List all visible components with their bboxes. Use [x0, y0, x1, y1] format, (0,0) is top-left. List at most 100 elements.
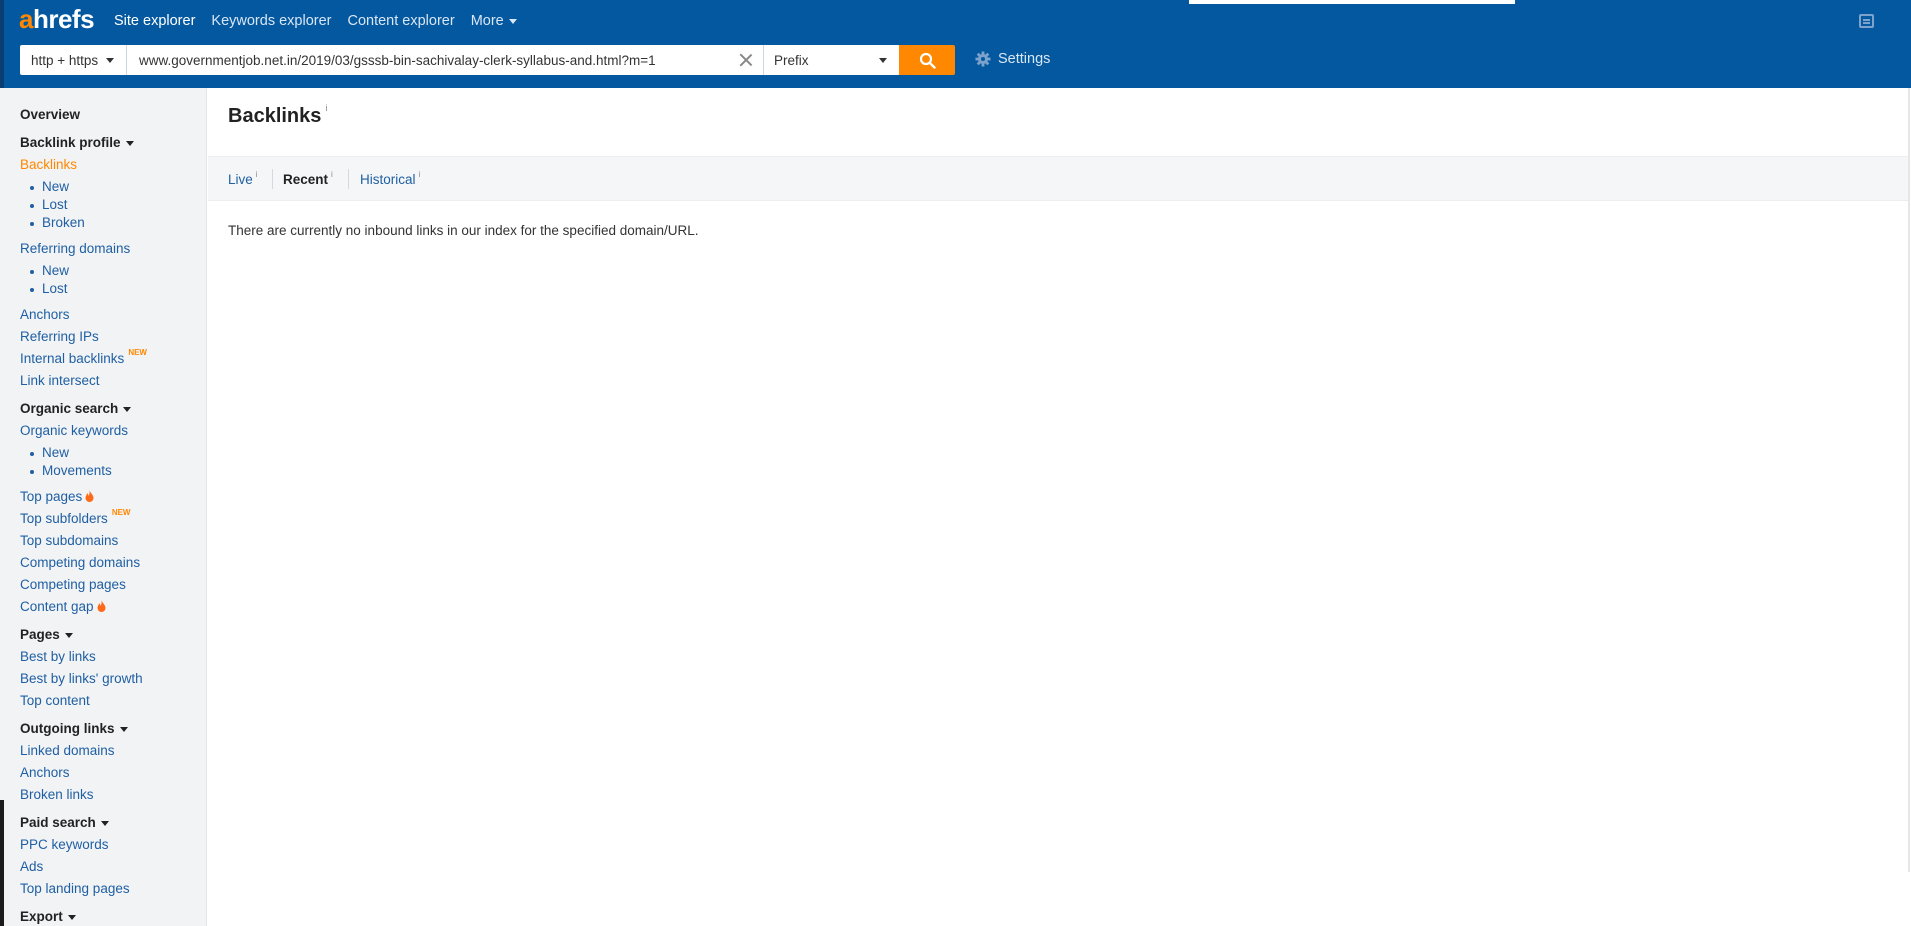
- sidebar-edge: [0, 800, 4, 926]
- section-label: Export: [20, 909, 63, 924]
- fire-icon: [85, 490, 94, 503]
- url-input[interactable]: [139, 52, 729, 68]
- sidebar-item-top-pages[interactable]: Top pages: [20, 489, 94, 504]
- nav-site-explorer[interactable]: Site explorer: [114, 13, 195, 29]
- tab-label: Historical: [360, 172, 416, 187]
- chevron-down-icon: [119, 726, 128, 732]
- sidebar-item-linked-domains[interactable]: Linked domains: [20, 743, 115, 758]
- sidebar-section-paid-search[interactable]: Paid search: [20, 815, 109, 830]
- sidebar-section-outgoing-links[interactable]: Outgoing links: [20, 721, 128, 736]
- chevron-down-icon: [508, 18, 517, 24]
- chevron-down-icon: [123, 406, 132, 412]
- page-title: Backlinks i: [228, 103, 327, 128]
- sidebar-item-organic-new[interactable]: New: [29, 445, 69, 460]
- sidebar-section-export[interactable]: Export: [20, 909, 76, 924]
- sidebar-item-backlinks-new[interactable]: New: [29, 179, 69, 194]
- message-icon[interactable]: [1859, 14, 1874, 28]
- clear-icon[interactable]: [739, 53, 753, 67]
- tab-label: Live: [228, 172, 253, 187]
- gear-icon: [975, 51, 991, 67]
- sidebar-item-anchors[interactable]: Anchors: [20, 307, 70, 322]
- settings-label: Settings: [998, 51, 1051, 67]
- mode-value: Prefix: [774, 52, 809, 68]
- sidebar-item-top-content[interactable]: Top content: [20, 693, 90, 708]
- tab-bar: Live i Recent i Historical i: [208, 156, 1908, 201]
- sidebar-overview[interactable]: Overview: [20, 107, 80, 122]
- sidebar-item-refdomains-new[interactable]: New: [29, 263, 69, 278]
- protocol-value: http + https: [31, 52, 99, 68]
- tab-label: Recent: [283, 172, 329, 187]
- chevron-down-icon: [100, 820, 109, 826]
- nav-more[interactable]: More: [471, 13, 517, 29]
- protocol-select[interactable]: http + https: [20, 45, 127, 75]
- sidebar-item-organic-movements[interactable]: Movements: [30, 463, 112, 478]
- sidebar: Overview Backlink profile Backlinks New …: [0, 88, 207, 926]
- sidebar-item-ads[interactable]: Ads: [20, 859, 43, 874]
- url-field-wrap: [127, 45, 764, 75]
- ahrefs-logo[interactable]: ahrefs: [19, 4, 95, 35]
- new-badge: NEW: [128, 348, 147, 357]
- nav-keywords-explorer[interactable]: Keywords explorer: [211, 13, 331, 29]
- sidebar-item-broken-links[interactable]: Broken links: [20, 787, 94, 802]
- chevron-down-icon: [125, 140, 134, 146]
- item-label: Top subfolders: [20, 511, 108, 526]
- info-icon: i: [331, 170, 333, 179]
- sidebar-item-referring-domains[interactable]: Referring domains: [20, 241, 130, 256]
- page-title-text: Backlinks: [228, 105, 322, 127]
- tab-live[interactable]: Live i: [228, 170, 258, 187]
- tab-divider: [272, 169, 273, 189]
- settings-button[interactable]: Settings: [975, 51, 1050, 67]
- section-label: Backlink profile: [20, 135, 121, 150]
- sidebar-item-competing-pages[interactable]: Competing pages: [20, 577, 126, 592]
- sidebar-item-internal-backlinks[interactable]: Internal backlinks NEW: [20, 348, 147, 366]
- sidebar-item-top-subfolders[interactable]: Top subfolders NEW: [20, 508, 131, 526]
- sidebar-item-top-subdomains[interactable]: Top subdomains: [20, 533, 118, 548]
- sidebar-item-referring-ips[interactable]: Referring IPs: [20, 329, 99, 344]
- sidebar-item-backlinks-lost[interactable]: Lost: [30, 197, 68, 212]
- mode-select[interactable]: Prefix: [764, 45, 899, 75]
- top-popup-edge: [1189, 0, 1515, 4]
- sidebar-item-content-gap[interactable]: Content gap: [20, 599, 106, 614]
- sidebar-item-top-landing-pages[interactable]: Top landing pages: [20, 881, 130, 896]
- chevron-down-icon: [64, 632, 73, 638]
- search-bar: http + https Prefix: [20, 45, 955, 75]
- top-header: ahrefs Site explorer Keywords explorer C…: [0, 0, 1911, 88]
- info-icon: i: [418, 170, 421, 179]
- info-icon: i: [255, 170, 258, 179]
- new-badge: NEW: [111, 508, 131, 517]
- chevron-down-icon: [67, 914, 76, 920]
- header-edge: [0, 0, 4, 88]
- sidebar-item-refdomains-lost[interactable]: Lost: [30, 281, 68, 296]
- sidebar-item-outgoing-anchors[interactable]: Anchors: [20, 765, 70, 780]
- sidebar-section-backlink-profile[interactable]: Backlink profile: [20, 135, 134, 150]
- top-nav: Site explorer Keywords explorer Content …: [114, 13, 533, 29]
- sidebar-item-best-by-links-growth[interactable]: Best by links' growth: [20, 671, 143, 686]
- section-label: Organic search: [20, 401, 119, 416]
- empty-state-message: There are currently no inbound links in …: [228, 223, 699, 238]
- sidebar-item-ppc-keywords[interactable]: PPC keywords: [20, 837, 109, 852]
- item-label: Internal backlinks: [20, 351, 125, 366]
- info-icon[interactable]: i: [325, 103, 327, 113]
- sidebar-section-organic-search[interactable]: Organic search: [20, 401, 132, 416]
- tab-divider: [348, 169, 349, 189]
- sidebar-item-backlinks[interactable]: Backlinks: [20, 157, 77, 172]
- nav-more-label: More: [470, 13, 504, 29]
- section-label: Outgoing links: [20, 721, 115, 736]
- item-label: Top pages: [20, 489, 83, 504]
- tab-historical[interactable]: Historical i: [360, 170, 421, 187]
- sidebar-item-competing-domains[interactable]: Competing domains: [20, 555, 140, 570]
- chevron-down-icon: [106, 57, 115, 63]
- tab-recent[interactable]: Recent i: [283, 170, 333, 187]
- sidebar-section-pages[interactable]: Pages: [20, 627, 73, 642]
- right-scroll-edge: [1908, 88, 1910, 872]
- nav-content-explorer[interactable]: Content explorer: [347, 13, 454, 29]
- sidebar-item-backlinks-broken[interactable]: Broken: [30, 215, 85, 230]
- fire-icon: [97, 600, 106, 613]
- item-label: Content gap: [20, 599, 94, 614]
- section-label: Pages: [20, 627, 60, 642]
- search-button[interactable]: [899, 45, 955, 75]
- sidebar-item-best-by-links[interactable]: Best by links: [20, 649, 96, 664]
- sidebar-item-link-intersect[interactable]: Link intersect: [20, 373, 100, 388]
- sidebar-item-organic-keywords[interactable]: Organic keywords: [20, 423, 128, 438]
- section-label: Paid search: [20, 815, 96, 830]
